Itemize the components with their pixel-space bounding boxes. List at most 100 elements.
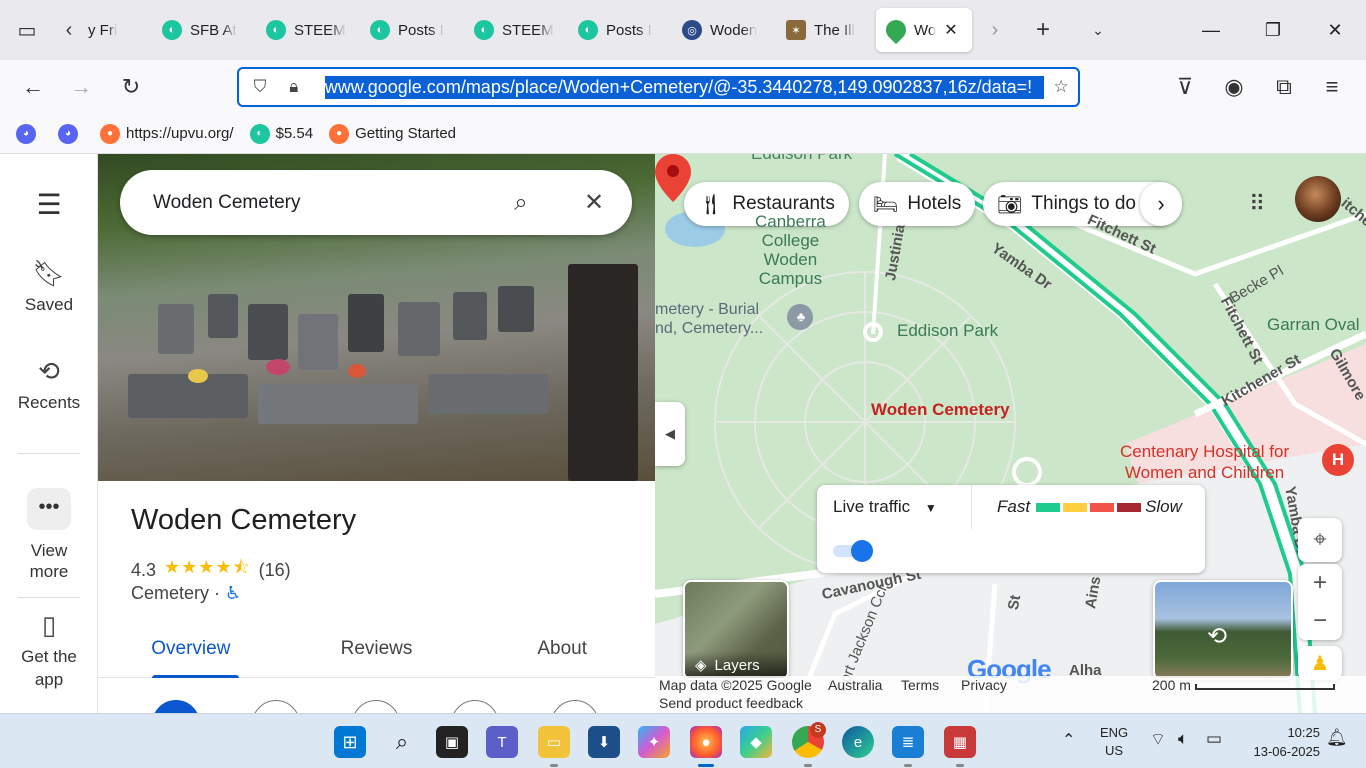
privacy-link[interactable]: Privacy xyxy=(961,677,1007,693)
pegman-icon[interactable]: ♟︎ xyxy=(1298,646,1342,680)
tab-2[interactable]: ◐ STEEM xyxy=(256,8,360,52)
street-view-thumbnail[interactable]: ⟲ xyxy=(1153,580,1293,680)
traffic-dropdown[interactable]: Live traffic ▼ xyxy=(833,497,937,517)
avatar[interactable] xyxy=(1295,176,1341,222)
task-view-icon[interactable]: ▣ xyxy=(436,726,468,758)
bookmark-steem[interactable]: ◐ $5.54 xyxy=(249,123,313,144)
search-icon[interactable]: ⌕ xyxy=(386,726,418,758)
cemetery-poi-icon[interactable]: ♣ xyxy=(791,307,811,327)
close-tab-icon[interactable]: ✕ xyxy=(944,20,957,40)
saved-button[interactable]: 🔖︎ Saved xyxy=(0,258,98,315)
new-tab-icon[interactable]: + xyxy=(1018,10,1068,50)
restore-icon[interactable]: ❐ xyxy=(1242,0,1304,60)
tab-6[interactable]: ◎ Woden xyxy=(672,8,776,52)
review-count[interactable]: (16) xyxy=(259,560,291,581)
hospital-line: Centenary Hospital for xyxy=(1120,442,1290,461)
send-feedback-link[interactable]: Send product feedback xyxy=(659,695,803,711)
tab-1[interactable]: ◐ SFB At xyxy=(152,8,256,52)
collapse-panel-button[interactable]: ◀ xyxy=(655,402,685,466)
tab-reviews[interactable]: Reviews xyxy=(284,630,470,677)
search-icon[interactable]: ⌕ xyxy=(486,189,556,217)
firefox-icon[interactable]: ● xyxy=(690,726,722,767)
battery-icon[interactable]: ▭ xyxy=(1206,729,1222,749)
view-more-button[interactable]: ••• View more xyxy=(0,488,98,582)
tab-about[interactable]: About xyxy=(469,630,655,677)
tab-5[interactable]: ◐ Posts I xyxy=(568,8,672,52)
image-app-icon[interactable]: ▦ xyxy=(944,726,976,767)
account-icon[interactable]: ◉ xyxy=(1215,68,1253,106)
pocket-icon[interactable]: ⊽ xyxy=(1166,68,1204,106)
maps-favicon-icon xyxy=(881,15,911,45)
label-hospital[interactable]: Centenary Hospital for Women and Childre… xyxy=(1120,441,1289,483)
file-explorer-icon[interactable]: ▭ xyxy=(538,726,570,767)
tab-7[interactable]: ✶ The Ill xyxy=(776,8,876,52)
map-canvas[interactable]: 🍴︎ Restaurants 🛏︎ Hotels 📷︎ Things to do… xyxy=(655,154,1366,713)
hospital-icon[interactable]: H xyxy=(1322,444,1354,476)
bookmark-getting-started[interactable]: ● Getting Started xyxy=(329,123,456,144)
copilot-icon[interactable]: ✦ xyxy=(638,726,670,758)
clock[interactable]: 10:25 13-06-2025 xyxy=(1240,723,1321,761)
recents-button[interactable]: ⟲ Recents xyxy=(0,356,98,413)
url-text[interactable]: www.google.com/maps/place/Woden+Cemetery… xyxy=(324,75,1045,99)
tab-4[interactable]: ◐ STEEM xyxy=(464,8,568,52)
reload-icon[interactable]: ↻ xyxy=(112,68,150,106)
my-location-button[interactable]: ⌖ xyxy=(1298,518,1342,562)
tab-0[interactable]: y Fri xyxy=(84,8,152,52)
apps-grid-icon[interactable]: ⠿ xyxy=(1235,182,1279,226)
close-window-icon[interactable]: ✕ xyxy=(1304,0,1366,60)
map-country-link[interactable]: Australia xyxy=(828,677,882,693)
collections-icon[interactable]: ▭ xyxy=(0,10,54,50)
layers-button[interactable]: ◈ Layers xyxy=(683,580,789,680)
directions-button[interactable] xyxy=(152,700,200,713)
bookmark-discord-1[interactable]: ◕ xyxy=(16,123,42,144)
m365-icon[interactable]: ◆ xyxy=(740,726,772,758)
tab-3[interactable]: ◐ Posts I xyxy=(360,8,464,52)
language-indicator[interactable]: ENG US xyxy=(1100,724,1128,760)
nearby-button[interactable] xyxy=(352,700,400,713)
tab-overview[interactable]: Overview xyxy=(98,630,284,678)
back-icon[interactable]: ← xyxy=(14,68,52,106)
pin-label[interactable]: Woden Cemetery xyxy=(871,400,1010,420)
layers-label: Layers xyxy=(714,656,760,674)
place-category[interactable]: Cemetery xyxy=(131,583,209,603)
chip-hotels[interactable]: 🛏︎ Hotels xyxy=(859,182,976,226)
map-scale-label[interactable]: 200 m xyxy=(1152,677,1191,693)
terms-link[interactable]: Terms xyxy=(901,677,939,693)
tab-8-active[interactable]: Wo ✕ xyxy=(876,8,972,52)
bookmark-upvu[interactable]: ● https://upvu.org/ xyxy=(100,123,234,144)
search-input[interactable]: Woden Cemetery xyxy=(120,192,486,214)
start-icon[interactable]: ⊞ xyxy=(334,726,366,758)
lock-icon[interactable]: 🔒︎ xyxy=(277,69,311,105)
shield-icon[interactable]: ⛉ xyxy=(243,69,277,105)
zoom-out-button[interactable]: − xyxy=(1313,602,1327,640)
forward-icon[interactable]: → xyxy=(62,68,100,106)
notification-bell-icon[interactable]: 🔔︎ xyxy=(1326,728,1348,748)
minimize-icon[interactable]: — xyxy=(1180,0,1242,60)
address-bar[interactable]: ⛉ 🔒︎ www.google.com/maps/place/Woden+Cem… xyxy=(237,67,1080,107)
traffic-toggle[interactable] xyxy=(833,540,873,562)
menu-icon[interactable]: ≡ xyxy=(1313,68,1351,106)
location-pin-icon[interactable] xyxy=(655,154,691,202)
search-box[interactable]: Woden Cemetery ⌕ ✕ xyxy=(120,170,632,235)
chips-next-button[interactable]: › xyxy=(1140,182,1182,226)
edge-icon[interactable]: e xyxy=(842,726,874,758)
downloads-icon[interactable]: ⬇ xyxy=(588,726,620,758)
volume-icon[interactable]: 🔈︎ xyxy=(1178,729,1188,749)
save-button[interactable] xyxy=(252,700,300,713)
tab-scroll-left-icon[interactable]: ‹ xyxy=(54,10,84,50)
share-button[interactable] xyxy=(551,700,599,713)
get-the-app-button[interactable]: ▯ Get the app xyxy=(0,612,98,691)
notepad-icon[interactable]: ≣ xyxy=(892,726,924,767)
tab-scroll-right-icon[interactable]: › xyxy=(972,10,1018,50)
send-to-phone-button[interactable] xyxy=(451,700,499,713)
clear-search-icon[interactable]: ✕ xyxy=(556,188,632,217)
show-hidden-icons[interactable]: ⌃ xyxy=(1062,730,1075,750)
extensions-icon[interactable]: ⧉ xyxy=(1265,68,1303,106)
hamburger-menu-icon[interactable]: ☰ xyxy=(0,188,98,221)
teams-icon[interactable]: T xyxy=(486,726,518,758)
bookmark-star-icon[interactable]: ☆ xyxy=(1044,69,1078,105)
list-all-tabs-icon[interactable]: ⌄ xyxy=(1068,10,1128,50)
zoom-in-button[interactable]: + xyxy=(1313,564,1327,602)
bookmark-discord-2[interactable]: ◕ xyxy=(58,123,84,144)
wifi-icon[interactable]: ⌔ xyxy=(1150,729,1166,750)
